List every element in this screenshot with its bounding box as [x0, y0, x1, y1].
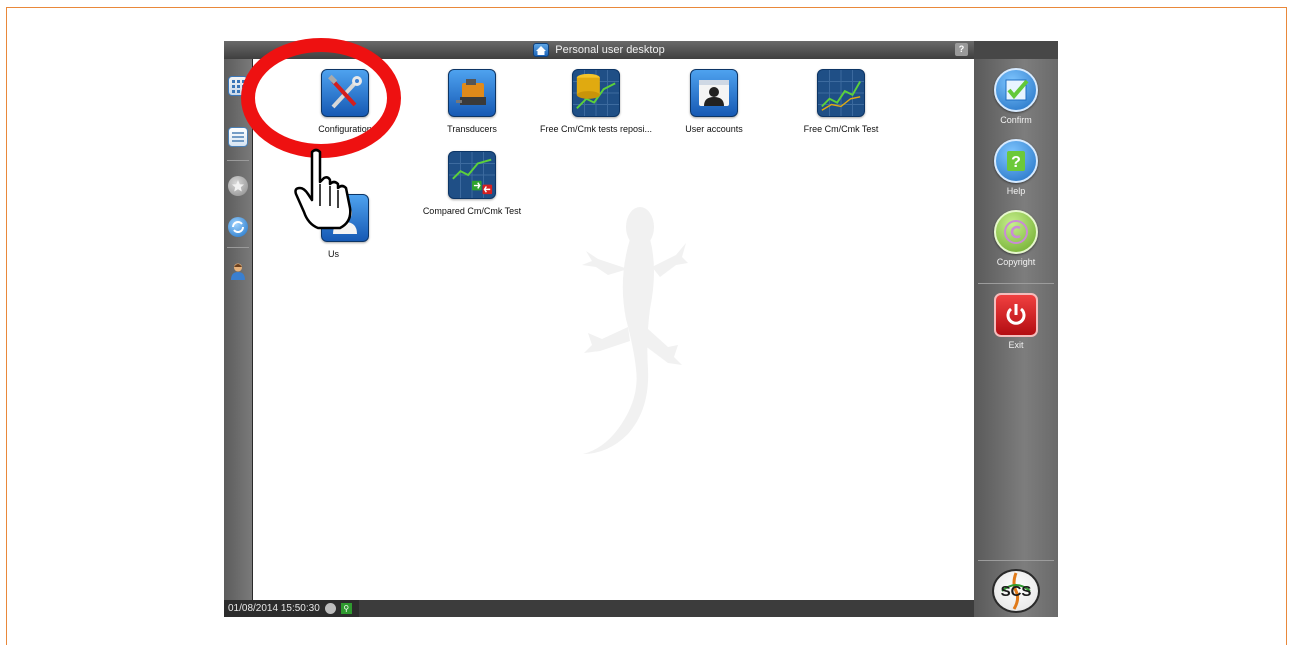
tests-repository-icon: [573, 70, 619, 116]
help-button[interactable]: ? Help: [974, 139, 1058, 196]
copyright-button[interactable]: Copyright: [974, 210, 1058, 267]
desktop-icon-compared-cm-cmk-test[interactable]: Compared Cm/Cmk Test: [412, 151, 532, 216]
compared-chart-icon: [449, 152, 495, 198]
checkmark-icon: [1005, 79, 1029, 101]
power-icon: [1006, 304, 1026, 325]
user-profile-icon[interactable]: [228, 261, 248, 281]
scs-logo: SCS: [974, 569, 1058, 613]
pointer-hand-icon: [294, 148, 352, 230]
user-accounts-icon: [699, 80, 729, 106]
list-view-icon[interactable]: [228, 127, 248, 147]
right-action-bar: Confirm ? Help Copyright Exit SCS: [974, 41, 1058, 617]
desktop-icon-label: Compared Cm/Cmk Test: [422, 206, 522, 216]
desktop-icon-free-cm-cmk-test[interactable]: Free Cm/Cmk Test: [786, 69, 896, 134]
svg-text:?: ?: [1011, 154, 1021, 171]
help-label: Help: [1006, 186, 1026, 196]
refresh-icon[interactable]: [228, 217, 248, 237]
desktop-icon-label: Us: [328, 249, 339, 259]
logo-text: SCS: [1000, 582, 1032, 600]
left-toolbar: [224, 59, 252, 600]
desktop-icon-label: Transducers: [447, 124, 497, 134]
desktop-icon-label: Free Cm/Cmk tests reposi...: [539, 124, 653, 134]
desktop-icon-tests-repository[interactable]: Free Cm/Cmk tests reposi...: [531, 69, 661, 134]
transducer-icon: [456, 79, 486, 105]
status-bar: 01/08/2014 15:50:30 ⚲: [224, 600, 974, 617]
bluetooth-icon: [324, 603, 336, 614]
chart-icon: [818, 70, 864, 116]
confirm-label: Confirm: [1000, 115, 1032, 125]
status-datetime: 01/08/2014 15:50:30: [228, 603, 320, 614]
home-icon[interactable]: [533, 43, 550, 57]
desktop-icon-label: Free Cm/Cmk Test: [803, 124, 879, 134]
gecko-watermark-icon: [582, 207, 688, 454]
desktop-icon-user-accounts[interactable]: User accounts: [659, 69, 769, 134]
copyright-label: Copyright: [996, 257, 1036, 267]
desktop-icon-transducers[interactable]: Transducers: [417, 69, 527, 134]
highlight-circle: [241, 38, 401, 158]
copyright-icon: [1004, 220, 1028, 244]
exit-button[interactable]: Exit: [974, 293, 1058, 350]
usb-icon: ⚲: [340, 603, 352, 614]
confirm-button[interactable]: Confirm: [974, 68, 1058, 125]
help-question-icon[interactable]: ?: [955, 43, 968, 56]
desktop-icon-label: User accounts: [685, 124, 743, 134]
favorites-star-icon[interactable]: [228, 176, 248, 196]
exit-label: Exit: [1008, 340, 1024, 350]
help-icon: ?: [1007, 151, 1025, 171]
window-title: Personal user desktop: [555, 44, 665, 56]
